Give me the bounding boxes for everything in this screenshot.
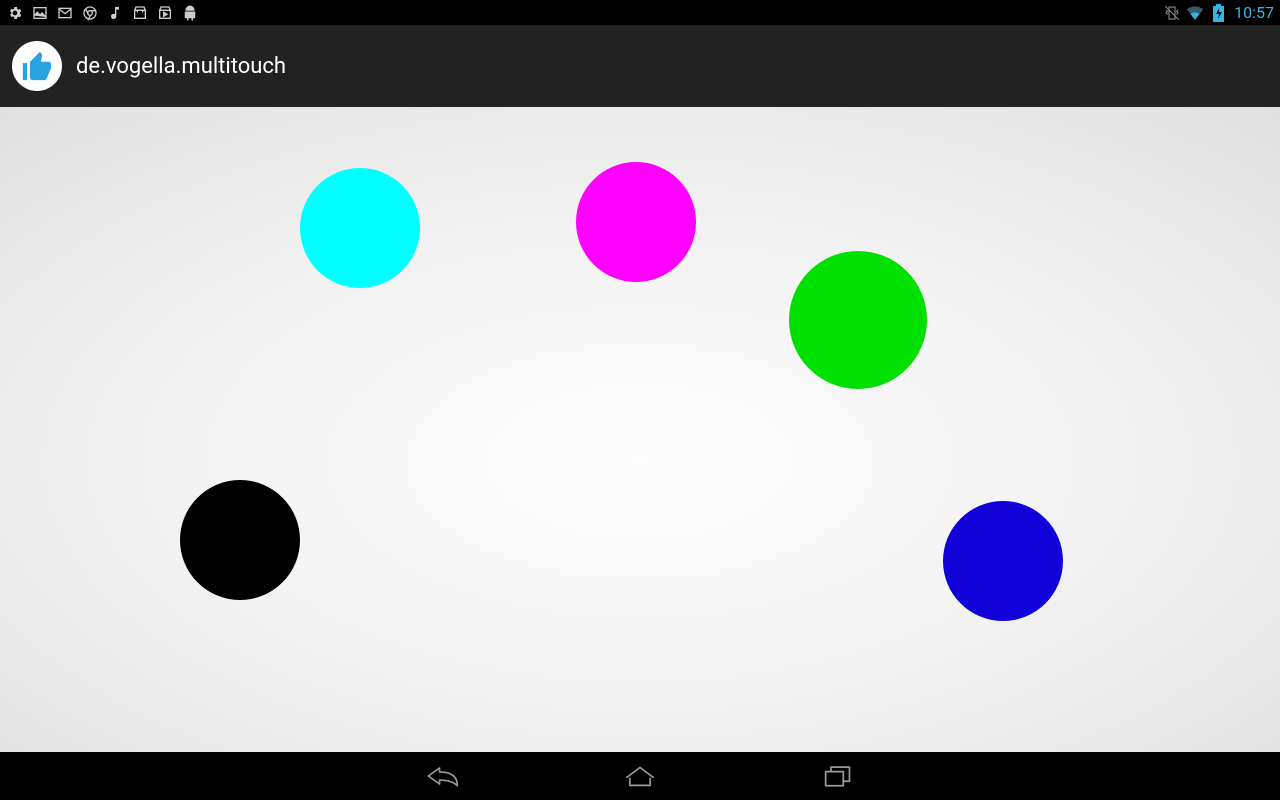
app-title: de.vogella.multitouch: [76, 54, 286, 79]
music-icon: [106, 4, 124, 22]
recent-apps-icon: [823, 763, 853, 789]
battery-charging-icon: [1209, 4, 1227, 22]
touch-canvas[interactable]: [0, 107, 1280, 752]
touch-point-green[interactable]: [789, 251, 927, 389]
home-icon: [623, 762, 657, 790]
play-store-icon: [131, 4, 149, 22]
touch-point-blue[interactable]: [943, 501, 1063, 621]
status-clock: 10:57: [1234, 3, 1274, 22]
gmail-icon: [56, 4, 74, 22]
image-icon: [31, 4, 49, 22]
chrome-icon: [81, 4, 99, 22]
home-button[interactable]: [616, 752, 664, 800]
android-icon: [181, 4, 199, 22]
action-bar: de.vogella.multitouch: [0, 25, 1280, 107]
back-button[interactable]: [418, 752, 466, 800]
app-icon: [12, 41, 62, 91]
play-movies-icon: [156, 4, 174, 22]
status-left-icons: [6, 4, 199, 22]
status-right-icons: 10:57: [1163, 3, 1274, 22]
back-icon: [425, 762, 459, 790]
touch-point-cyan[interactable]: [300, 168, 420, 288]
recent-apps-button[interactable]: [814, 752, 862, 800]
status-bar: 10:57: [0, 0, 1280, 25]
thumbs-up-icon: [20, 49, 54, 83]
navigation-bar: [0, 752, 1280, 800]
touch-point-magenta[interactable]: [576, 162, 696, 282]
wifi-icon: [1186, 4, 1204, 22]
settings-icon: [6, 4, 24, 22]
touch-point-black[interactable]: [180, 480, 300, 600]
vibrate-icon: [1163, 4, 1181, 22]
